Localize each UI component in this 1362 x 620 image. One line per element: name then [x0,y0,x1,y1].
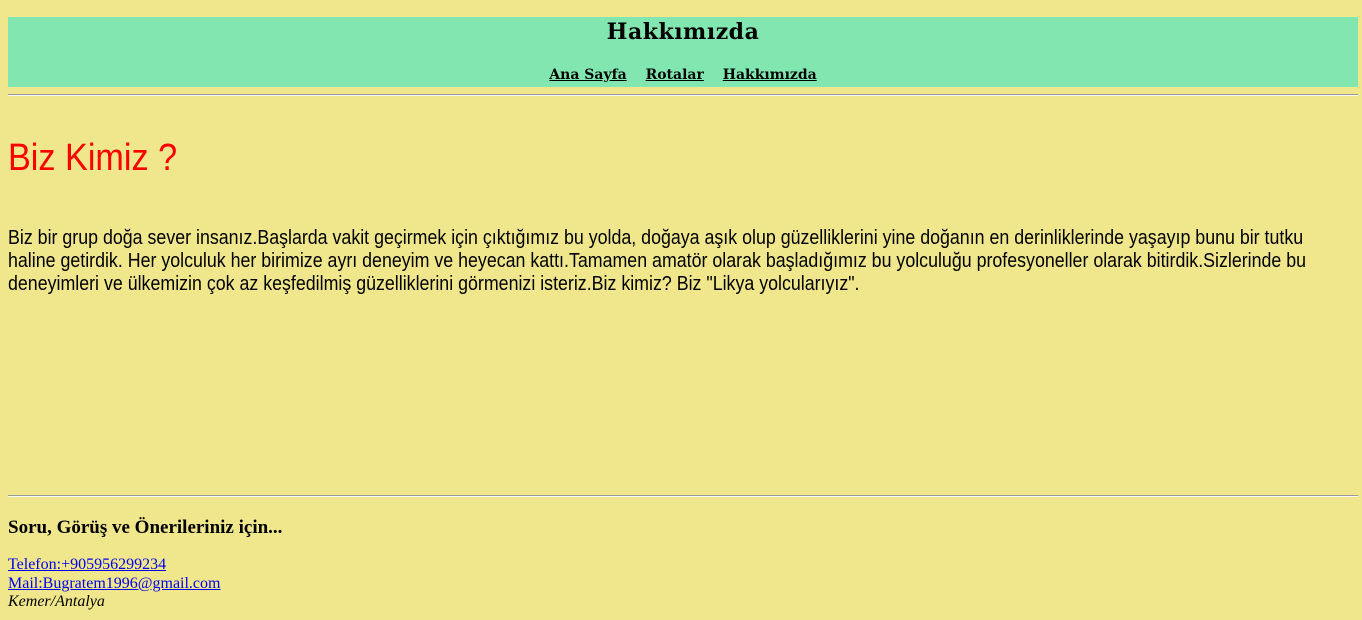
nav-link-ana-sayfa[interactable]: Ana Sayfa [549,67,626,83]
about-paragraph: Biz bir grup doğa sever insanız.Başlarda… [8,227,1307,295]
main-nav: Ana Sayfa Rotalar Hakkımızda [8,67,1358,83]
page-heading: Biz Kimiz ? [8,137,178,179]
nav-link-rotalar[interactable]: Rotalar [646,67,704,83]
location-text: Kemer/Antalya [8,593,105,610]
mail-link[interactable]: Mail:Bugratem1996@gmail.com [8,575,220,594]
phone-link[interactable]: Telefon:+905956299234 [8,556,220,575]
site-header: Hakkımızda Ana Sayfa Rotalar Hakkımızda [8,17,1358,87]
footer-heading: Soru, Görüş ve Önerileriniz için... [8,517,283,538]
nav-link-hakkimizda[interactable]: Hakkımızda [723,67,817,83]
site-title: Hakkımızda [606,19,760,45]
footer-contact: Telefon:+905956299234 Mail:Bugratem1996@… [8,556,220,612]
header-divider [8,94,1358,96]
footer-divider [8,495,1358,497]
